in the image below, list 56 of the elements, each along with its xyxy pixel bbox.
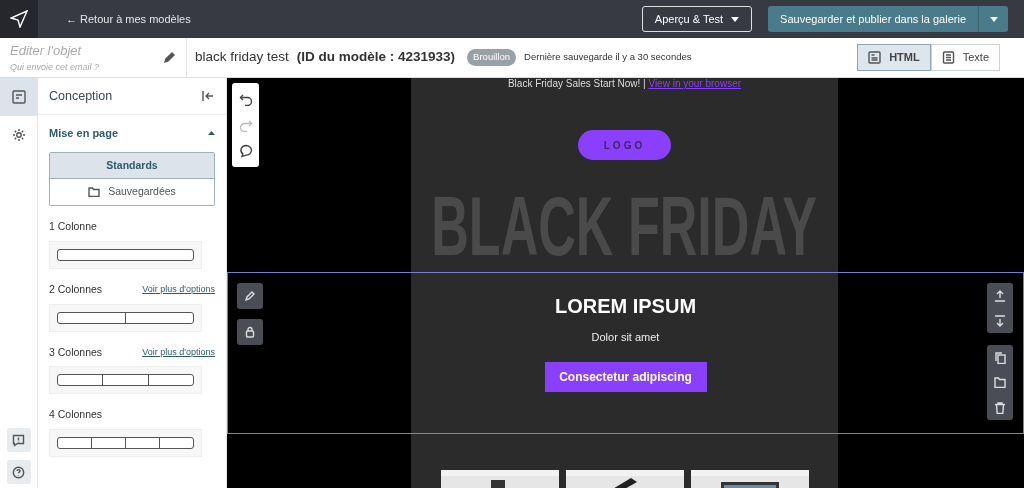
- column-layout-block[interactable]: [49, 240, 202, 269]
- edit-button[interactable]: [237, 283, 263, 309]
- pencil-icon: [244, 290, 256, 302]
- help-button[interactable]: [6, 460, 31, 484]
- rail-tab[interactable]: [0, 78, 38, 116]
- column-layout-block[interactable]: [49, 303, 202, 332]
- panel-title: Conception: [49, 87, 113, 105]
- caret-up-icon: [208, 131, 215, 136]
- comment-icon: [238, 144, 253, 158]
- column-layout-block[interactable]: [49, 366, 202, 395]
- send-icon: [10, 10, 28, 28]
- preheader-text: Black Friday Sales Start Now! |: [507, 78, 646, 89]
- copy-icon: [994, 351, 1006, 364]
- layout-label: 1 Colonne: [49, 219, 97, 234]
- layout-label: 2 Colonnes: [49, 281, 103, 297]
- save-status: Dernière sauvegarde il y a 30 secondes: [524, 50, 692, 65]
- view-tab[interactable]: Texte: [930, 44, 1000, 71]
- document-icon: [941, 51, 955, 64]
- dropdown-button[interactable]: [978, 5, 1008, 32]
- layout-tab[interactable]: Standards: [50, 152, 214, 180]
- upload-icon: [994, 289, 1006, 302]
- layout-label: 3 Colonnes: [49, 344, 103, 360]
- folder-icon: [994, 377, 1006, 388]
- block-title: LOREM IPSUM: [554, 294, 697, 319]
- download-icon: [994, 314, 1006, 327]
- layout-label: 4 Colonnes: [49, 407, 103, 423]
- collapse-icon: [201, 90, 215, 103]
- layout-icon: [12, 90, 26, 104]
- section-header[interactable]: Mise en page: [38, 115, 226, 152]
- back-link[interactable]: ← Retour à mes modèles: [66, 10, 191, 28]
- feedback-button[interactable]: [6, 428, 31, 452]
- redo-icon: [238, 118, 253, 132]
- caret-icon: [989, 17, 998, 23]
- publish-button[interactable]: Sauvegarder et publier dans la galerie: [768, 5, 978, 33]
- help-icon: [12, 465, 25, 479]
- preview-button[interactable]: Aperçu & Test: [641, 5, 753, 33]
- trash-icon: [994, 401, 1006, 414]
- folder-icon: [88, 187, 101, 198]
- more-options-link[interactable]: Voir plus d'options: [142, 282, 215, 297]
- template-id: (ID du modèle : 4231933): [296, 48, 456, 67]
- undo-icon: [238, 92, 253, 106]
- sender-hint: Qui envoie cet email ?: [10, 60, 101, 74]
- more-options-link[interactable]: Voir plus d'options: [142, 345, 215, 360]
- template-name: black friday test: [195, 48, 289, 67]
- pencil-icon: [163, 51, 176, 64]
- caret-icon: [731, 16, 740, 22]
- status-badge: Brouillon: [467, 49, 517, 66]
- settings-icon: [12, 128, 26, 142]
- cta-button[interactable]: Consectetur adipiscing: [544, 361, 707, 392]
- lock-icon: [244, 326, 256, 338]
- block-text: Dolor sit amet: [591, 330, 660, 345]
- column-layout-block[interactable]: [49, 429, 202, 457]
- layout-icon: [868, 51, 882, 64]
- view-tab[interactable]: HTML: [857, 44, 931, 71]
- lock-button[interactable]: [237, 319, 263, 345]
- feedback-icon: [12, 433, 25, 447]
